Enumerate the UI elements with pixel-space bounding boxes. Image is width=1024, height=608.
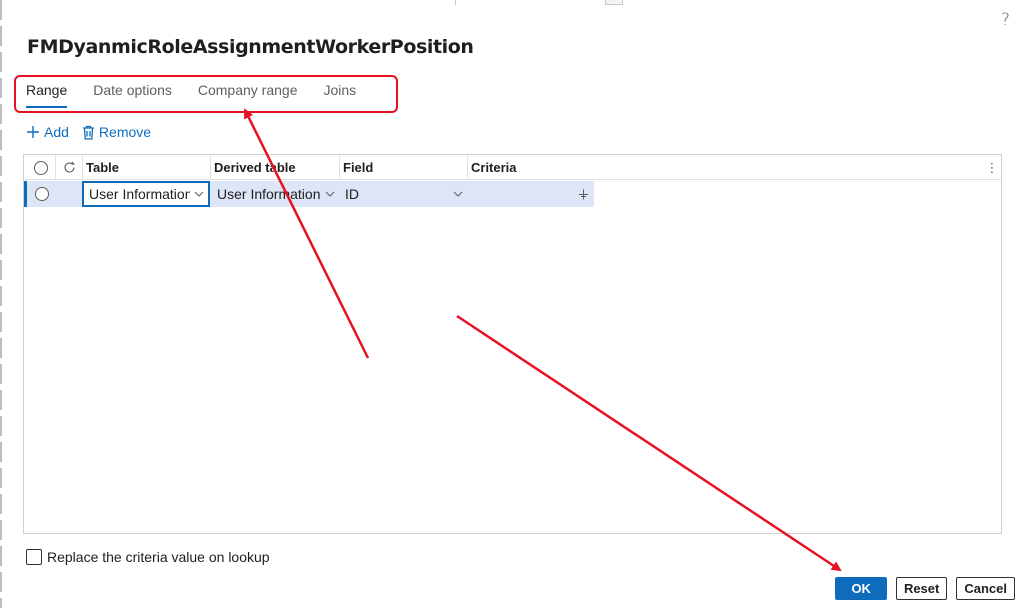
chevron-down-icon [321, 191, 339, 197]
replace-criteria-label: Replace the criteria value on lookup [47, 549, 270, 565]
refresh-icon[interactable] [58, 155, 80, 180]
cancel-button[interactable]: Cancel [956, 577, 1015, 600]
add-icon [27, 126, 39, 138]
top-edge-marks [455, 0, 635, 6]
field-dropdown[interactable]: ID [340, 181, 467, 207]
replace-criteria-option[interactable]: Replace the criteria value on lookup [26, 549, 270, 565]
grid-header: Table Derived table Field Criteria ⋮ [24, 155, 1001, 180]
column-header-derived-table[interactable]: Derived table [210, 155, 338, 180]
window-edge [0, 0, 2, 608]
table-dropdown[interactable]: User Information [82, 181, 210, 207]
footer-buttons: OK Reset Cancel [826, 577, 1015, 600]
add-button-label: Add [44, 124, 69, 140]
row-select-radio[interactable] [30, 181, 54, 207]
remove-button[interactable]: Remove [82, 124, 151, 140]
row-radio-circle [35, 187, 49, 201]
grid-toolbar: Add Remove [26, 124, 164, 140]
dialog-title: FMDyanmicRoleAssignmentWorkerPosition [27, 36, 474, 58]
table-dropdown-value: User Information [89, 186, 190, 202]
chevron-down-icon [190, 191, 208, 197]
ok-button[interactable]: OK [835, 577, 887, 600]
select-all-radio-circle [34, 160, 48, 175]
column-header-field[interactable]: Field [339, 155, 466, 180]
derived-table-dropdown[interactable]: User Information [212, 181, 339, 207]
remove-button-label: Remove [98, 124, 152, 140]
field-dropdown-value: ID [345, 186, 359, 202]
reset-button[interactable]: Reset [895, 577, 948, 600]
select-all-radio[interactable] [30, 155, 50, 180]
column-resize-icon[interactable] [575, 181, 591, 207]
annotation-highlight-box [14, 75, 398, 113]
replace-criteria-checkbox[interactable] [26, 549, 42, 565]
more-icon[interactable]: ⋮ [984, 155, 1000, 180]
derived-table-dropdown-value: User Information [217, 186, 321, 202]
column-header-table[interactable]: Table [82, 155, 209, 180]
column-header-criteria[interactable]: Criteria [467, 155, 594, 180]
help-icon[interactable]: ? [1001, 10, 1010, 30]
table-row[interactable]: User Information User Information ID [24, 181, 594, 207]
trash-icon [82, 125, 94, 140]
range-grid: Table Derived table Field Criteria ⋮ Use… [23, 154, 1002, 534]
chevron-down-icon [449, 191, 467, 197]
add-button[interactable]: Add [26, 124, 69, 140]
